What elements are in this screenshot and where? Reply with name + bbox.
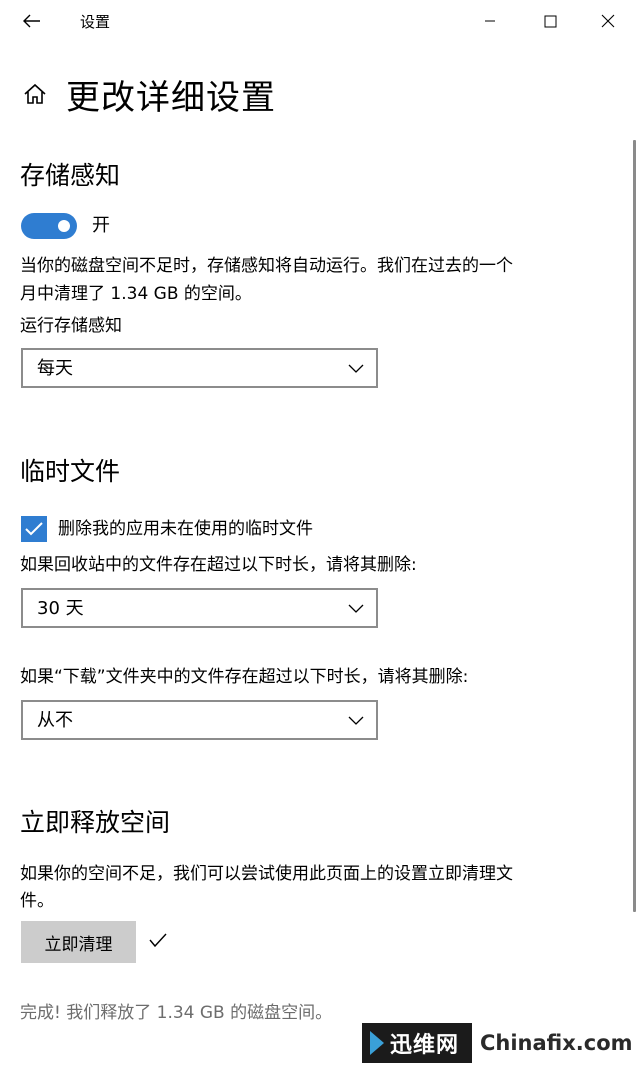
close-button[interactable] — [588, 6, 628, 36]
checkmark-icon — [25, 522, 43, 536]
maximize-button[interactable] — [530, 6, 570, 36]
delete-temp-files-checkbox[interactable] — [21, 516, 47, 542]
downloads-label: 如果“下载”文件夹中的文件存在超过以下时长，请将其删除: — [20, 667, 469, 687]
page-title: 更改详细设置 — [66, 77, 276, 118]
toggle-label: 开 — [92, 215, 110, 236]
storage-sense-title: 存储感知 — [20, 161, 121, 190]
home-icon — [24, 83, 46, 104]
scrollbar[interactable] — [633, 140, 636, 912]
minimize-button[interactable] — [470, 6, 510, 36]
run-storage-sense-label: 运行存储感知 — [20, 316, 122, 336]
run-storage-sense-select[interactable]: 每天 — [21, 348, 378, 388]
recycle-bin-value: 30 天 — [37, 598, 84, 619]
clean-result-text: 完成! 我们释放了 1.34 GB 的磁盘空间。 — [20, 1003, 333, 1023]
toggle-knob — [58, 220, 70, 232]
free-space-title: 立即释放空间 — [20, 808, 171, 837]
watermark-logo: 迅维网 Chinafix.com — [362, 1022, 638, 1064]
maximize-icon — [544, 15, 556, 27]
chevron-down-icon — [348, 364, 364, 373]
run-storage-sense-value: 每天 — [37, 358, 73, 379]
recycle-bin-label: 如果回收站中的文件存在超过以下时长，请将其删除: — [20, 555, 417, 575]
downloads-value: 从不 — [37, 710, 73, 731]
minimize-icon — [485, 20, 495, 22]
clean-now-button[interactable]: 立即清理 — [21, 921, 136, 963]
back-button[interactable] — [16, 6, 48, 36]
home-button[interactable] — [20, 79, 50, 109]
chevron-down-icon — [348, 604, 364, 613]
free-space-description-line2: 件。 — [20, 891, 54, 911]
delete-temp-files-label: 删除我的应用未在使用的临时文件 — [58, 519, 313, 539]
watermark-en: Chinafix.com — [480, 1031, 633, 1055]
storage-sense-toggle[interactable] — [21, 213, 77, 239]
arrow-right-icon — [370, 1031, 384, 1055]
app-title: 设置 — [80, 13, 111, 31]
page-header: 更改详细设置 — [20, 66, 276, 122]
arrow-left-icon — [23, 14, 40, 28]
watermark-cn: 迅维网 — [390, 1033, 460, 1058]
watermark-box: 迅维网 — [362, 1023, 472, 1063]
downloads-select[interactable]: 从不 — [21, 700, 378, 740]
storage-sense-description-line1: 当你的磁盘空间不足时，存储感知将自动运行。我们在过去的一个 — [20, 256, 513, 276]
close-icon — [601, 14, 615, 28]
storage-sense-description-line2: 月中清理了 1.34 GB 的空间。 — [20, 284, 252, 304]
checkmark-icon — [149, 933, 167, 948]
free-space-description-line1: 如果你的空间不足，我们可以尝试使用此页面上的设置立即清理文 — [20, 864, 513, 884]
temp-files-title: 临时文件 — [20, 457, 121, 486]
chevron-down-icon — [348, 716, 364, 725]
title-bar: 设置 — [0, 0, 640, 42]
recycle-bin-select[interactable]: 30 天 — [21, 588, 378, 628]
